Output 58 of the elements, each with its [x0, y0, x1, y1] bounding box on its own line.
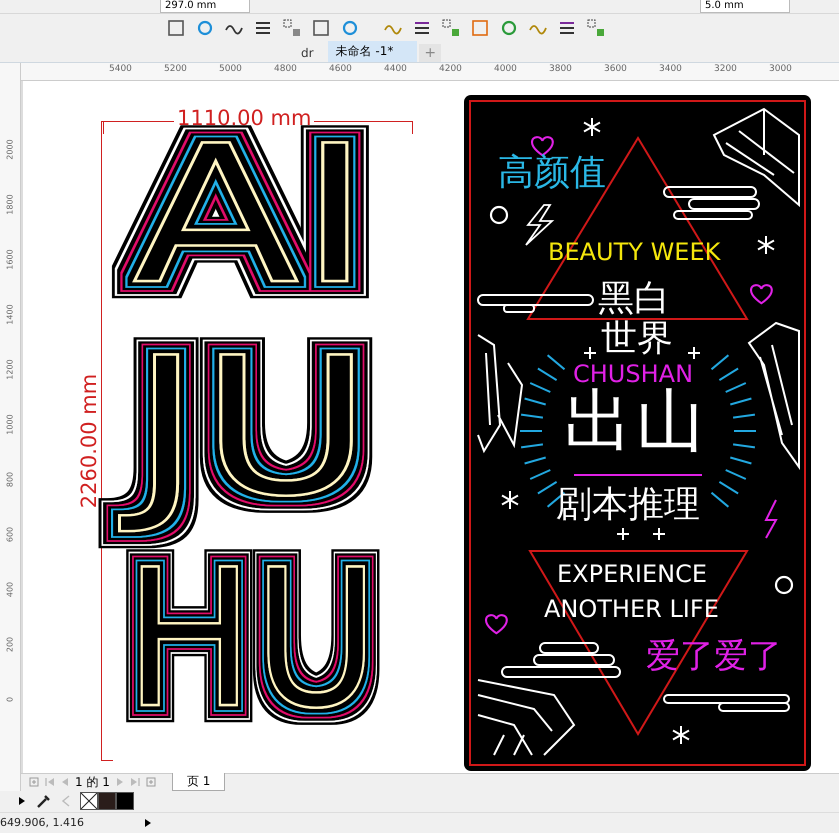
ruler-label: 0	[6, 696, 14, 704]
circle-icon	[774, 576, 794, 594]
asterisk-icon	[672, 724, 690, 745]
color-swatch[interactable]	[116, 792, 134, 810]
plus-icon	[583, 346, 597, 360]
plus-icon	[652, 526, 666, 541]
poster-text: 剧本推理	[556, 484, 700, 524]
ruler-label: 4600	[329, 62, 353, 76]
heart-icon	[484, 614, 508, 634]
ruler-label: 200	[6, 636, 14, 654]
ruler-label: 1000	[6, 413, 14, 436]
page-counter: 1 的 1	[75, 774, 110, 791]
plus-icon	[687, 346, 701, 360]
cursor-coordinates: 649.906, 1.416	[0, 816, 84, 830]
no-color-swatch[interactable]	[80, 792, 98, 810]
document-tab[interactable]: dr	[295, 46, 326, 62]
document-tab[interactable]: 未命名 -1*	[328, 40, 418, 62]
asterisk-icon	[757, 234, 775, 255]
lightning-icon	[764, 499, 778, 538]
color-swatch[interactable]	[98, 792, 116, 810]
asterisk-icon	[501, 490, 519, 510]
ruler-label: 3400	[659, 62, 683, 76]
size-field[interactable]: 5.0 mm	[700, 0, 790, 13]
ruler-label: 1600	[6, 248, 14, 272]
ruler-label: 5000	[219, 62, 243, 76]
plus-icon	[616, 526, 630, 541]
ruler-label: 4400	[384, 62, 408, 76]
poster-text: CHUSHAN	[573, 360, 694, 388]
circle-icon	[490, 206, 508, 224]
ruler-label: 3600	[604, 62, 628, 76]
expand-arrow-icon[interactable]	[144, 818, 152, 828]
ruler-label: 5400	[109, 62, 133, 76]
ruler-label: 4000	[494, 62, 518, 76]
poster-text: 世界	[601, 318, 673, 358]
ruler-label: 1200	[6, 358, 14, 382]
ruler-label: 1400	[6, 303, 14, 326]
page-tab[interactable]: 页 1	[172, 773, 226, 792]
eyedropper-icon[interactable]	[36, 793, 52, 810]
ruler-label: 4200	[439, 62, 463, 76]
ruler-label: 2000	[6, 138, 14, 162]
poster-text: 出山	[564, 384, 708, 460]
asterisk-icon	[583, 116, 601, 137]
heart-icon	[750, 284, 773, 304]
ruler-label: 4800	[274, 62, 298, 76]
ruler-label: 3200	[714, 62, 738, 76]
size-field[interactable]: 297.0 mm	[160, 0, 250, 13]
ruler-label: 3800	[549, 62, 573, 76]
ruler-label: 800	[6, 470, 14, 489]
ruler-label: 600	[6, 526, 14, 544]
expand-arrow-icon[interactable]	[18, 796, 26, 806]
ruler-label: 400	[6, 580, 14, 599]
ruler-label: 5200	[164, 62, 188, 76]
poster-text: 黑白	[598, 278, 670, 318]
poster-text: EXPERIENCE	[557, 560, 708, 588]
poster-text: 高颜值	[498, 152, 606, 192]
ruler-label: 3000	[769, 62, 793, 76]
poster-text: 爱了爱了	[646, 638, 782, 676]
ruler-label: 1800	[6, 193, 14, 216]
